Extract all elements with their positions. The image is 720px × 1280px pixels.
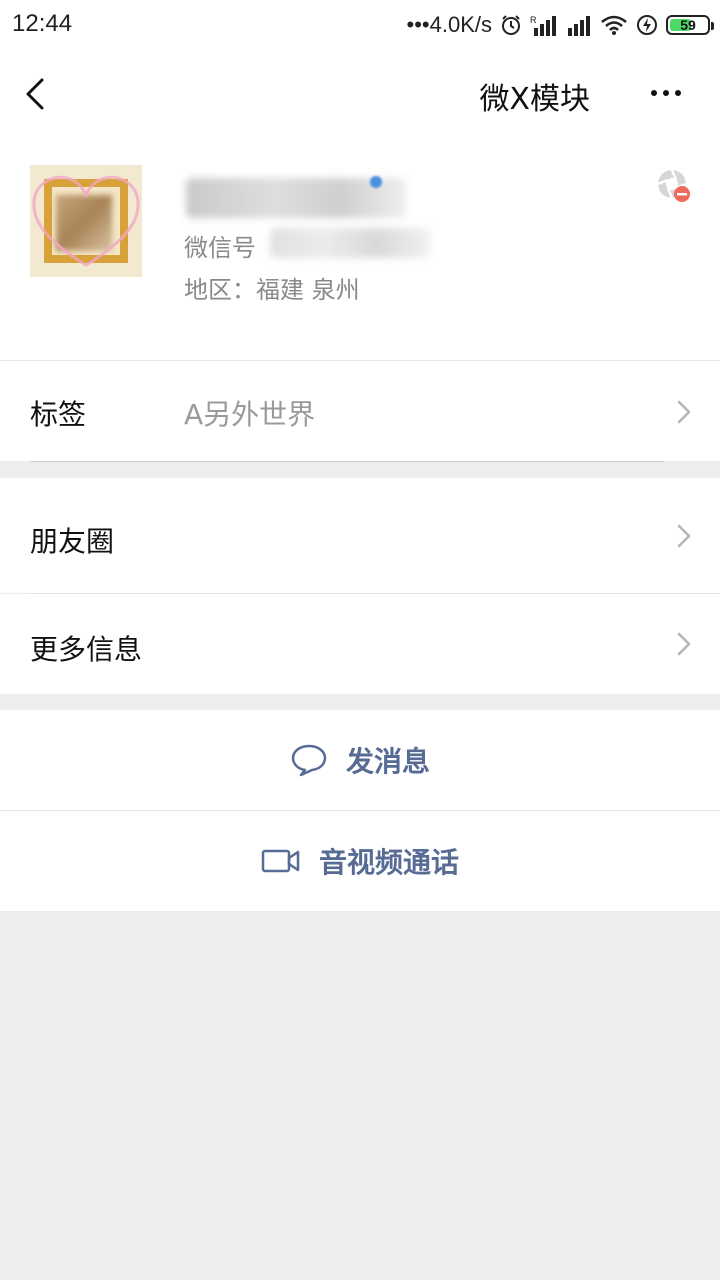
tag-value: A另外世界 <box>184 398 316 431</box>
tag-row[interactable]: 标签 A另外世界 <box>0 361 720 461</box>
alarm-icon <box>500 14 522 36</box>
chevron-right-icon <box>677 632 691 656</box>
region-text: 地区：福建 泉州 <box>184 276 360 304</box>
status-bar: 12:44 •••4.0K/s R 59 <box>0 0 720 50</box>
nav-title: 微X模块 <box>479 82 590 117</box>
more-button[interactable] <box>646 80 690 110</box>
charging-icon <box>636 14 658 36</box>
more-info-row[interactable]: 更多信息 <box>0 594 720 694</box>
tag-label: 标签 <box>30 398 87 431</box>
moments-blocked-icon[interactable] <box>656 168 692 204</box>
video-call-label: 音视频通话 <box>318 846 459 879</box>
wifi-icon <box>600 14 628 36</box>
profile-card: 微信号 地区：福建 泉州 <box>0 140 720 360</box>
gender-icon <box>370 176 382 188</box>
moments-row[interactable]: 朋友圈 <box>0 478 720 593</box>
nav-bar: 微X模块 <box>0 50 720 140</box>
wechat-id-label: 微信号 <box>184 234 256 262</box>
divider <box>0 360 720 361</box>
status-time: 12:44 <box>12 10 73 37</box>
send-message-button[interactable]: 发消息 <box>0 710 720 810</box>
video-camera-icon <box>261 849 300 873</box>
battery-icon: 59 <box>666 15 714 35</box>
send-message-label: 发消息 <box>345 745 430 778</box>
chevron-right-icon <box>677 400 691 424</box>
chat-bubble-icon <box>291 744 327 777</box>
moments-label: 朋友圈 <box>30 525 115 558</box>
svg-text:R: R <box>530 15 537 25</box>
signal-r-icon: R <box>530 14 558 36</box>
battery-text: 59 <box>680 17 696 33</box>
chevron-left-icon <box>26 78 44 110</box>
more-dots-icon <box>651 90 681 96</box>
contact-profile-screen: 12:44 •••4.0K/s R 59 微X模块 微信号 地区：福建 泉州 标… <box>0 0 720 1280</box>
divider <box>30 461 665 462</box>
avatar[interactable] <box>30 165 142 277</box>
network-speed: •••4.0K/s <box>406 12 492 37</box>
chevron-right-icon <box>677 524 691 548</box>
status-icons: •••4.0K/s R 59 <box>406 10 714 40</box>
more-info-label: 更多信息 <box>30 633 143 666</box>
video-call-button[interactable]: 音视频通话 <box>0 811 720 911</box>
back-button[interactable] <box>18 74 58 114</box>
wechat-id-blurred <box>270 228 430 258</box>
signal-icon <box>566 14 592 36</box>
heart-outline-icon <box>32 175 140 267</box>
